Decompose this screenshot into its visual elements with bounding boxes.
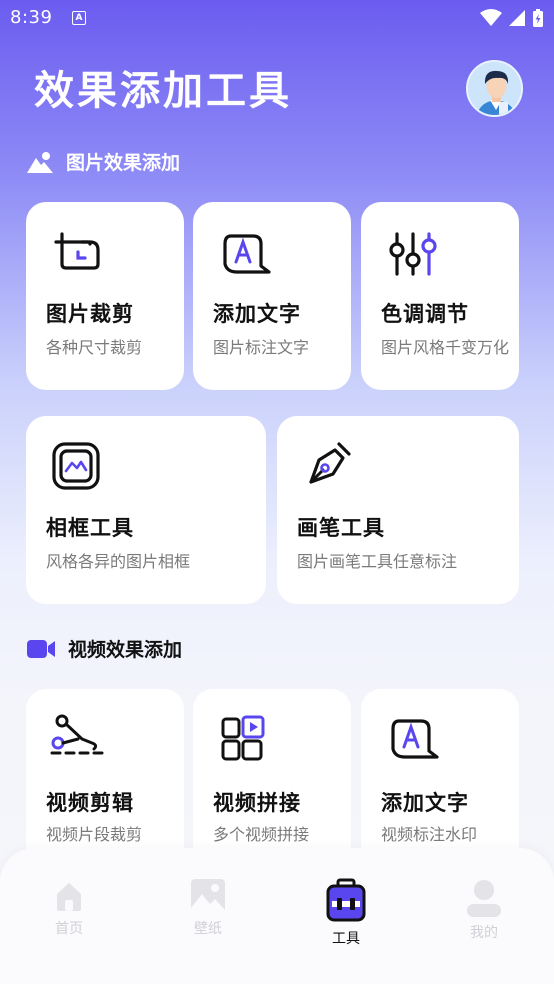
user-icon [467, 880, 501, 917]
card-image-add-text[interactable]: 添加文字 图片标注文字 [193, 202, 351, 390]
nav-label: 我的 [470, 925, 498, 941]
card-brush-tool[interactable]: 画笔工具 图片画笔工具任意标注 [277, 416, 519, 604]
toolbox-icon [326, 878, 366, 922]
nav-item-tools[interactable]: 工具 [306, 878, 386, 948]
nav-label: 首页 [55, 921, 83, 937]
card-subtitle: 图片画笔工具任意标注 [297, 552, 458, 571]
nav-label: 壁纸 [194, 921, 222, 937]
card-video-merge[interactable]: 视频拼接 多个视频拼接 [193, 689, 351, 869]
nav-item-profile[interactable]: 我的 [444, 878, 524, 942]
bottom-nav: 首页 壁纸 工具 我的 [0, 848, 554, 984]
page-title: 效果添加工具 [34, 68, 292, 114]
card-image-crop[interactable]: 图片裁剪 各种尺寸裁剪 [26, 202, 184, 390]
image-section-header: 图片效果添加 [26, 148, 180, 175]
home-icon [57, 883, 81, 911]
frame-icon [52, 442, 100, 490]
card-subtitle: 多个视频拼接 [213, 825, 310, 844]
nav-item-wallpaper[interactable]: 壁纸 [168, 878, 248, 938]
card-title: 画笔工具 [297, 516, 385, 540]
card-subtitle: 视频标注水印 [381, 825, 478, 844]
card-tone-adjust[interactable]: 色调调节 图片风格千变万化 [361, 202, 519, 390]
card-subtitle: 图片风格千变万化 [381, 338, 510, 357]
status-time: 8:39 [10, 7, 53, 28]
card-title: 视频拼接 [213, 791, 301, 815]
avatar-illustration-icon [468, 62, 521, 115]
nav-label: 工具 [332, 931, 360, 947]
card-subtitle: 风格各异的图片相框 [46, 552, 191, 571]
notification-icon: A [72, 11, 86, 25]
image-section-title: 图片效果添加 [66, 152, 181, 174]
card-title: 添加文字 [213, 302, 301, 326]
status-bar: 8:39 A [0, 0, 554, 38]
mountain-photo-icon [27, 151, 53, 173]
text-bubble-icon [391, 719, 439, 759]
wifi-icon [480, 9, 502, 26]
card-title: 色调调节 [381, 302, 469, 326]
card-video-add-text[interactable]: 添加文字 视频标注水印 [361, 689, 519, 869]
sliders-icon [389, 232, 437, 276]
card-title: 相框工具 [46, 516, 134, 540]
signal-icon [509, 10, 525, 26]
card-title: 图片裁剪 [46, 302, 134, 326]
video-section-title: 视频效果添加 [68, 639, 183, 661]
card-subtitle: 图片标注文字 [213, 338, 310, 357]
card-title: 添加文字 [381, 791, 469, 815]
text-bubble-icon [223, 234, 271, 274]
nav-item-home[interactable]: 首页 [29, 878, 109, 938]
image-icon [191, 879, 225, 913]
video-camera-icon [27, 639, 55, 658]
card-subtitle: 各种尺寸裁剪 [46, 338, 143, 357]
status-icons [480, 8, 544, 28]
card-video-edit[interactable]: 视频剪辑 视频片段裁剪 [26, 689, 184, 869]
card-title: 视频剪辑 [46, 791, 134, 815]
card-subtitle: 视频片段裁剪 [46, 825, 143, 844]
avatar[interactable] [466, 60, 523, 117]
video-section-header: 视频效果添加 [26, 635, 182, 662]
scissors-icon [50, 714, 104, 755]
grid-play-icon [221, 715, 265, 761]
pen-nib-icon [309, 442, 351, 484]
card-photo-frame[interactable]: 相框工具 风格各异的图片相框 [26, 416, 266, 604]
battery-icon [533, 9, 543, 27]
crop-icon [54, 232, 100, 270]
